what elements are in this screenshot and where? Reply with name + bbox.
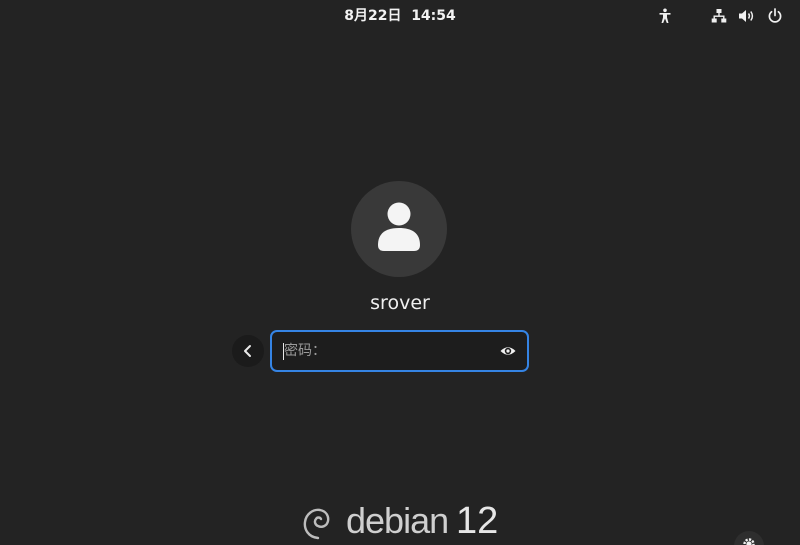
gear-icon [743, 538, 755, 545]
brand-name: debian [346, 500, 449, 541]
debian-swirl-icon [303, 508, 330, 540]
password-field[interactable]: 密码： [270, 330, 529, 372]
eye-icon [500, 347, 516, 355]
show-password-button[interactable] [499, 342, 517, 360]
username-label: srover [370, 292, 430, 314]
back-button[interactable] [232, 335, 264, 367]
brand-version: 12 [456, 500, 499, 542]
network-icon[interactable] [709, 6, 729, 26]
user-avatar [351, 181, 447, 277]
accessibility-icon[interactable] [655, 6, 675, 26]
chevron-left-icon [244, 345, 251, 357]
user-icon [378, 202, 420, 251]
session-settings-button[interactable] [734, 531, 764, 545]
clock[interactable]: 8月22日 14:54 [335, 0, 465, 32]
login-screen: 8月22日 14:54 srover 密码： debian 12 [0, 0, 800, 545]
password-placeholder: 密码： [284, 343, 326, 359]
distro-branding: debian 12 [300, 500, 505, 545]
volume-icon[interactable] [737, 6, 757, 26]
power-icon[interactable] [765, 6, 785, 26]
top-bar: 8月22日 14:54 [0, 0, 800, 32]
